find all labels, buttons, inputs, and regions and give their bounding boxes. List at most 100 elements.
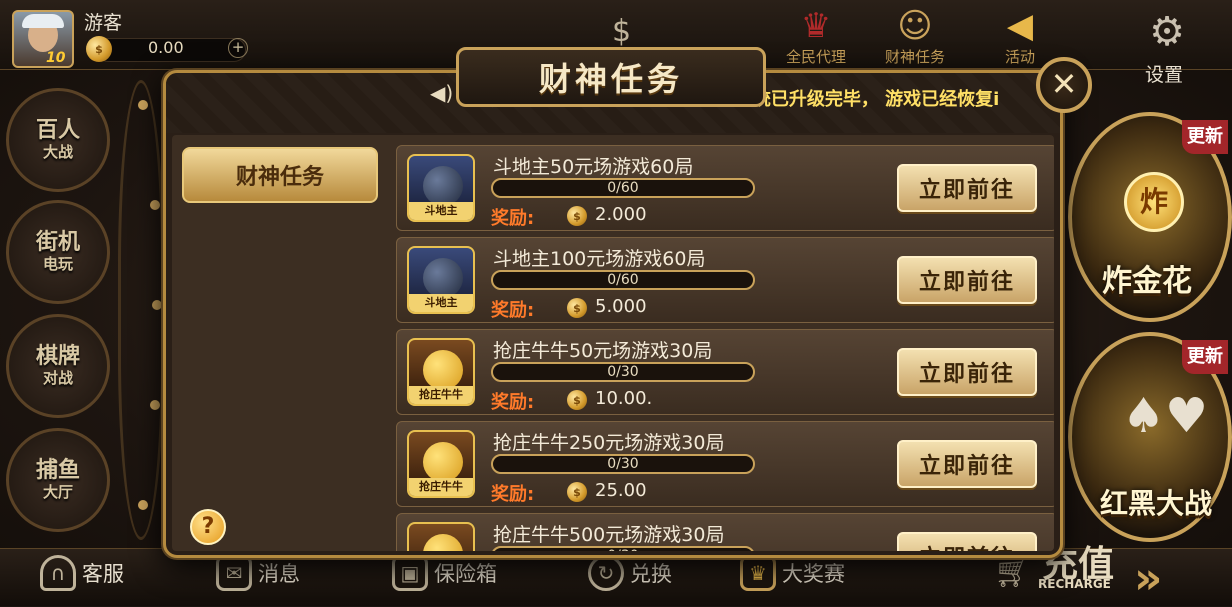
rail-ball (138, 500, 148, 510)
settings-button[interactable]: ⚙ (1144, 10, 1190, 56)
bottom-item-service[interactable]: ∩ 客服 (40, 555, 124, 591)
menu-fishing[interactable]: 捕鱼 大厅 (6, 428, 110, 532)
go-now-button[interactable]: 立即前往 (897, 440, 1037, 488)
game-icon: 抢庄牛牛 (407, 522, 475, 551)
update-badge: 更新 (1182, 340, 1228, 374)
game-icon-art (423, 534, 463, 551)
game-icon: 抢庄牛牛 (407, 430, 475, 498)
game-card-title: 红黑大战 (1100, 487, 1213, 520)
cart-icon: 🛒︎ (994, 555, 1033, 590)
menu-hundred-battle[interactable]: 百人 大战 (6, 88, 110, 192)
task-name: 抢庄牛牛50元场游戏30局 (493, 340, 713, 362)
bottom-item-label: 消息 (258, 562, 300, 586)
task-name: 斗地主100元场游戏60局 (493, 248, 706, 270)
game-icon-label: 抢庄牛牛 (409, 386, 473, 404)
top-item-agent[interactable]: ♛ 全民代理 (776, 6, 856, 67)
dollar-plus-icon[interactable]: $ (612, 14, 631, 49)
top-item-label: 活动 (1004, 48, 1035, 66)
task-progress-text: 0/30 (607, 456, 639, 472)
megaphone-icon: ◀ (1006, 6, 1034, 46)
game-icon-label: 斗地主 (409, 294, 473, 312)
dialog-body: 财神任务 ? 斗地主斗地主50元场游戏60局0/60奖励:2.000立即前往斗地… (172, 135, 1054, 551)
gear-icon: ⚙ (1149, 9, 1185, 55)
bottom-item-label: 客服 (82, 562, 124, 586)
coin-icon (567, 390, 587, 410)
top-item-label: 全民代理 (785, 48, 846, 66)
menu-sublabel: 电玩 (42, 255, 73, 273)
headset-icon: ∩ (40, 555, 76, 591)
game-icon-art (423, 442, 463, 482)
menu-chess-cards[interactable]: 棋牌 对战 (6, 314, 110, 418)
menu-label: 街机 (35, 230, 80, 255)
go-now-button[interactable]: 立即前往 (897, 532, 1037, 551)
reward-label: 奖励: (491, 300, 535, 321)
menu-label: 棋牌 (35, 344, 80, 369)
menu-sublabel: 大战 (42, 143, 73, 161)
game-card-zhajinhua[interactable]: 更新 炸 炸金花 (1068, 112, 1232, 322)
go-now-button[interactable]: 立即前往 (897, 164, 1037, 212)
task-progress-bar: 0/60 (491, 178, 755, 198)
game-card-red-black[interactable]: 更新 ♠♥ 红黑大战 (1068, 332, 1232, 542)
bottom-item-messages[interactable]: ✉ 消息 (216, 555, 300, 591)
task-row: 抢庄牛牛抢庄牛牛500元场游戏30局0/30奖励:立即前往 (396, 513, 1054, 551)
task-name: 抢庄牛牛250元场游戏30局 (493, 432, 725, 454)
dialog-title: 财神任务 (538, 60, 683, 98)
task-progress-text: 0/30 (493, 548, 753, 551)
task-row: 抢庄牛牛 抢庄牛牛250元场游戏30局 0/30 奖励: 25.00 立即前往 (396, 421, 1054, 507)
task-row: 抢庄牛牛 抢庄牛牛50元场游戏30局 0/30 奖励: 10.00. 立即前往 (396, 329, 1054, 415)
recharge-en-label: RECHARGE (1038, 577, 1111, 591)
bottom-item-label: 大奖赛 (782, 562, 845, 586)
help-button[interactable]: ? (190, 509, 226, 545)
bottom-item-label: 保险箱 (434, 562, 497, 586)
menu-sublabel: 对战 (42, 369, 73, 387)
menu-label: 捕鱼 (35, 458, 80, 483)
menu-arcade[interactable]: 街机 电玩 (6, 200, 110, 304)
menu-label: 百人 (35, 118, 80, 143)
chevron-right-icon[interactable]: » (1134, 553, 1163, 604)
game-icon-art (423, 350, 463, 390)
username: 游客 (84, 12, 123, 34)
bottom-item-grand-prix[interactable]: ♛ 大奖赛 (740, 555, 845, 591)
top-item-wealth-task[interactable]: ☺ 财神任务 (872, 6, 958, 67)
god-of-wealth-icon: ☺ (897, 6, 933, 46)
safe-icon: ▣ (392, 555, 428, 591)
reward-value: 25.00 (595, 480, 647, 501)
vip-level: 10 (46, 50, 66, 66)
add-balance-button[interactable]: + (228, 38, 248, 58)
reward-label: 奖励: (491, 484, 535, 505)
go-now-button[interactable]: 立即前往 (897, 256, 1037, 304)
go-now-button[interactable]: 立即前往 (897, 348, 1037, 396)
tab-wealth-task[interactable]: 财神任务 (182, 147, 378, 203)
game-icon: 斗地主 (407, 154, 475, 222)
task-progress-bar: 0/30 (491, 362, 755, 382)
bottom-item-safe[interactable]: ▣ 保险箱 (392, 555, 497, 591)
game-icon: 抢庄牛牛 (407, 338, 475, 406)
game-icon-label: 抢庄牛牛 (409, 478, 473, 496)
update-badge: 更新 (1182, 120, 1228, 154)
top-item-label: 财神任务 (884, 48, 945, 66)
task-progress-bar: 0/30 (491, 454, 755, 474)
settings-label: 设置 (1145, 64, 1184, 86)
chip-icon: 炸 (1124, 172, 1184, 232)
reward-value: 10.00. (595, 388, 653, 409)
coin-icon (567, 482, 587, 502)
close-button[interactable]: ✕ (1036, 57, 1092, 113)
crown-icon: ♛ (800, 6, 832, 46)
avatar-cap (22, 14, 64, 28)
task-progress-text: 0/60 (607, 272, 639, 288)
reward-value: 5.000 (595, 296, 647, 317)
game-icon: 斗地主 (407, 246, 475, 314)
rail-ball (138, 100, 148, 110)
task-name: 斗地主50元场游戏60局 (493, 156, 694, 178)
task-progress-text: 0/30 (607, 364, 639, 380)
top-item-activity[interactable]: ◀ 活动 (990, 6, 1050, 67)
exchange-icon: ↻ (588, 555, 624, 591)
task-progress-bar: 0/30 (491, 546, 755, 551)
task-progress-text: 0/60 (607, 180, 639, 196)
dialog-title-box: 财神任务 (456, 47, 766, 107)
coin-icon (567, 298, 587, 318)
cards-icon: ♠♥ (1122, 388, 1209, 444)
mail-icon: ✉ (216, 555, 252, 591)
game-icon-art (423, 258, 463, 298)
bottom-item-exchange[interactable]: ↻ 兑换 (588, 555, 672, 591)
